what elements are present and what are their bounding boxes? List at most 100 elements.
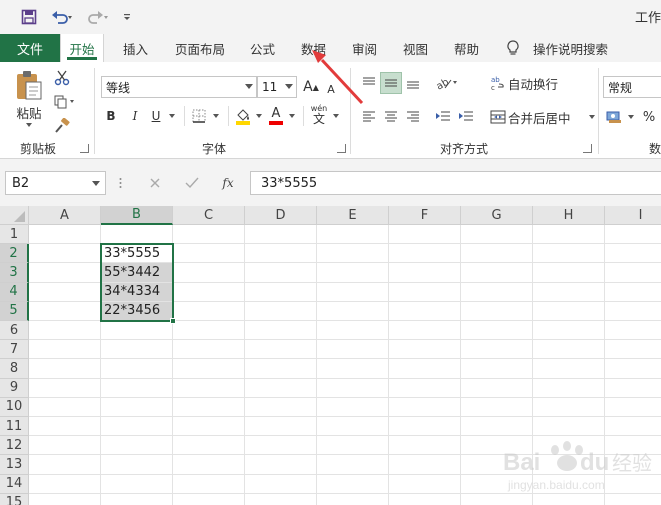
cell-h13[interactable]	[533, 455, 605, 475]
wrap-text-icon[interactable]: ab c	[488, 72, 508, 94]
cell-a5[interactable]	[29, 301, 101, 321]
cell-a15[interactable]	[29, 493, 101, 505]
cell-e10[interactable]	[317, 397, 389, 417]
borders-icon[interactable]	[190, 106, 208, 126]
cell-c8[interactable]	[173, 359, 245, 379]
cell-a10[interactable]	[29, 397, 101, 417]
row-header-2[interactable]: 2	[0, 244, 29, 264]
font-color-dropdown-icon[interactable]	[286, 106, 298, 126]
cell-a2[interactable]	[29, 244, 101, 264]
cell-g14[interactable]	[461, 474, 533, 494]
cell-a12[interactable]	[29, 436, 101, 456]
merge-center-icon[interactable]	[488, 106, 508, 128]
cell-g3[interactable]	[461, 263, 533, 283]
cell-c6[interactable]	[173, 321, 245, 341]
tell-me-search[interactable]: 操作说明搜索	[533, 34, 608, 62]
font-name-select[interactable]: 等线	[101, 76, 257, 98]
fill-handle[interactable]	[170, 318, 176, 324]
cell-b2[interactable]: 33*5555	[101, 244, 173, 264]
cell-e9[interactable]	[317, 378, 389, 398]
tab-file[interactable]: 文件	[0, 34, 60, 62]
column-header-b[interactable]: B	[101, 206, 173, 225]
cell-h5[interactable]	[533, 301, 605, 321]
row-header-4[interactable]: 4	[0, 282, 29, 302]
cell-h6[interactable]	[533, 321, 605, 341]
cell-e14[interactable]	[317, 474, 389, 494]
tab-page-layout[interactable]: 页面布局	[175, 34, 225, 62]
tab-formulas[interactable]: 公式	[250, 34, 275, 62]
accounting-dropdown-icon[interactable]	[626, 106, 636, 128]
cell-a1[interactable]	[29, 225, 101, 245]
cell-g4[interactable]	[461, 282, 533, 302]
cell-c15[interactable]	[173, 493, 245, 505]
name-box[interactable]: B2	[5, 171, 106, 195]
cell-e15[interactable]	[317, 493, 389, 505]
cell-i8[interactable]	[605, 359, 661, 379]
cell-b4[interactable]: 34*4334	[101, 282, 173, 302]
cell-f5[interactable]	[389, 301, 461, 321]
cell-c13[interactable]	[173, 455, 245, 475]
row-header-10[interactable]: 10	[0, 397, 29, 417]
row-header-15[interactable]: 15	[0, 493, 29, 505]
cell-e5[interactable]	[317, 301, 389, 321]
cell-h1[interactable]	[533, 225, 605, 245]
cell-g9[interactable]	[461, 378, 533, 398]
cell-a8[interactable]	[29, 359, 101, 379]
cell-d8[interactable]	[245, 359, 317, 379]
phonetic-dropdown-icon[interactable]	[330, 106, 342, 126]
cell-h10[interactable]	[533, 397, 605, 417]
column-header-a[interactable]: A	[29, 206, 101, 225]
row-header-13[interactable]: 13	[0, 455, 29, 475]
cell-h7[interactable]	[533, 340, 605, 360]
cell-f15[interactable]	[389, 493, 461, 505]
cell-i7[interactable]	[605, 340, 661, 360]
cell-d13[interactable]	[245, 455, 317, 475]
copy-icon[interactable]	[52, 92, 80, 112]
cell-d11[interactable]	[245, 417, 317, 437]
row-header-6[interactable]: 6	[0, 321, 29, 341]
cell-d5[interactable]	[245, 301, 317, 321]
cell-a9[interactable]	[29, 378, 101, 398]
column-header-g[interactable]: G	[461, 206, 533, 225]
cell-g2[interactable]	[461, 244, 533, 264]
column-header-h[interactable]: H	[533, 206, 605, 225]
cell-c7[interactable]	[173, 340, 245, 360]
cell-f7[interactable]	[389, 340, 461, 360]
number-format-select[interactable]: 常规	[603, 76, 661, 98]
select-all-corner[interactable]	[0, 206, 29, 225]
cell-h8[interactable]	[533, 359, 605, 379]
wrap-text-button[interactable]: 自动换行	[508, 72, 558, 94]
cell-c14[interactable]	[173, 474, 245, 494]
cell-f14[interactable]	[389, 474, 461, 494]
cell-d14[interactable]	[245, 474, 317, 494]
underline-button[interactable]: U	[148, 106, 164, 126]
orientation-icon[interactable]: ab	[434, 72, 460, 94]
clipboard-launcher-icon[interactable]	[80, 144, 89, 153]
align-center-icon[interactable]	[380, 106, 402, 128]
cell-h9[interactable]	[533, 378, 605, 398]
cell-d7[interactable]	[245, 340, 317, 360]
cell-a11[interactable]	[29, 417, 101, 437]
cell-i4[interactable]	[605, 283, 661, 302]
cell-i2[interactable]	[605, 244, 661, 264]
tab-home[interactable]: 开始	[60, 34, 104, 62]
cell-g6[interactable]	[461, 321, 533, 341]
decrease-indent-icon[interactable]	[432, 106, 454, 128]
cell-d15[interactable]	[245, 493, 317, 505]
font-size-select[interactable]: 11	[257, 76, 297, 98]
cell-i15[interactable]	[605, 494, 661, 505]
row-header-7[interactable]: 7	[0, 340, 29, 360]
tab-data[interactable]: 数据	[301, 34, 326, 62]
column-header-e[interactable]: E	[317, 206, 389, 225]
cell-i10[interactable]	[605, 398, 661, 417]
cancel-entry-icon[interactable]	[144, 173, 166, 193]
cell-e8[interactable]	[317, 359, 389, 379]
formula-bar-grip-icon[interactable]	[117, 174, 123, 192]
bold-button[interactable]: B	[102, 106, 120, 126]
tab-help[interactable]: 帮助	[454, 34, 479, 62]
lightbulb-icon[interactable]	[506, 34, 524, 62]
customize-qat-icon[interactable]	[120, 6, 134, 28]
cell-d9[interactable]	[245, 378, 317, 398]
accounting-format-icon[interactable]	[604, 106, 626, 128]
cell-h3[interactable]	[533, 263, 605, 283]
